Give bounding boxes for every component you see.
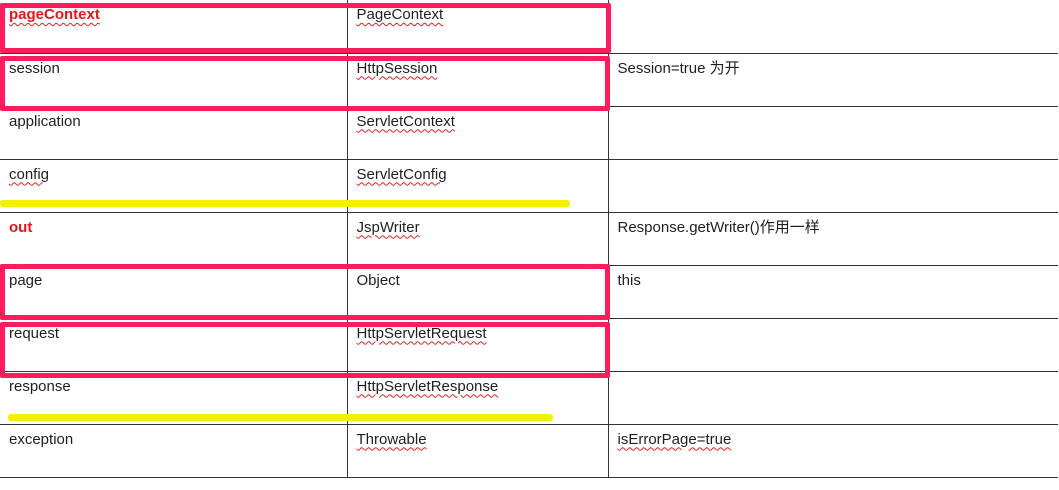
object-note-cell	[607, 0, 1058, 54]
object-type: HttpServletResponse	[356, 377, 499, 395]
object-name: page	[9, 271, 43, 289]
object-note-cell: Session=true 为开	[607, 52, 1058, 107]
object-name: pageContext	[9, 6, 100, 23]
table-row: page Object this	[0, 264, 1058, 319]
object-type-cell: JspWriter	[346, 211, 609, 266]
table-row: config ServletConfig	[0, 158, 1058, 213]
object-name: request	[9, 324, 60, 342]
jsp-implicit-objects-table: pageContext PageContext session HttpSess…	[0, 0, 1058, 478]
object-type: HttpServletRequest	[356, 324, 487, 342]
object-note-cell: this	[607, 264, 1058, 319]
object-type-cell: Object	[346, 264, 609, 319]
object-type: Object	[356, 271, 400, 289]
object-type-cell: PageContext	[346, 0, 609, 54]
object-name-cell: application	[0, 105, 348, 160]
object-name-cell: pageContext	[0, 0, 348, 54]
object-type: ServletConfig	[356, 165, 447, 183]
object-note-cell	[607, 370, 1058, 425]
object-type-cell: Throwable	[346, 423, 609, 478]
object-name-cell: response	[0, 370, 348, 425]
object-type-cell: HttpServletRequest	[346, 317, 609, 372]
object-note-cell	[607, 105, 1058, 160]
object-name: session	[9, 59, 60, 77]
object-type: ServletContext	[356, 112, 455, 130]
object-note: this	[617, 271, 641, 289]
object-note: isErrorPage=true	[617, 430, 732, 448]
object-note: Session=true 为开	[617, 59, 740, 77]
object-name: application	[9, 112, 81, 130]
object-type: Throwable	[356, 430, 427, 448]
table-row: out JspWriter Response.getWriter()作用一样	[0, 211, 1058, 266]
object-name: config	[9, 165, 50, 183]
object-name: exception	[9, 430, 74, 448]
object-type-cell: ServletContext	[346, 105, 609, 160]
object-name-cell: page	[0, 264, 348, 319]
object-table-container: pageContext PageContext session HttpSess…	[0, 0, 1059, 490]
object-note-cell	[607, 158, 1058, 213]
table-row: request HttpServletRequest	[0, 317, 1058, 372]
object-type-cell: ServletConfig	[346, 158, 609, 213]
object-name-cell: out	[0, 211, 348, 266]
object-name-cell: config	[0, 158, 348, 213]
object-note-cell: isErrorPage=true	[607, 423, 1058, 478]
object-name-cell: exception	[0, 423, 348, 478]
object-name: response	[9, 377, 71, 395]
object-type: HttpSession	[356, 59, 438, 77]
table-row: pageContext PageContext	[0, 0, 1058, 54]
object-name: out	[9, 218, 33, 236]
object-note: Response.getWriter()作用一样	[617, 218, 820, 236]
object-type: PageContext	[356, 6, 444, 23]
object-type-cell: HttpSession	[346, 52, 609, 107]
object-type: JspWriter	[356, 218, 420, 236]
object-name-cell: request	[0, 317, 348, 372]
object-note-cell: Response.getWriter()作用一样	[607, 211, 1058, 266]
table-row: session HttpSession Session=true 为开	[0, 52, 1058, 107]
object-note-cell	[607, 317, 1058, 372]
table-row: exception Throwable isErrorPage=true	[0, 423, 1058, 478]
object-name-cell: session	[0, 52, 348, 107]
table-row: response HttpServletResponse	[0, 370, 1058, 425]
table-row: application ServletContext	[0, 105, 1058, 160]
object-type-cell: HttpServletResponse	[346, 370, 609, 425]
